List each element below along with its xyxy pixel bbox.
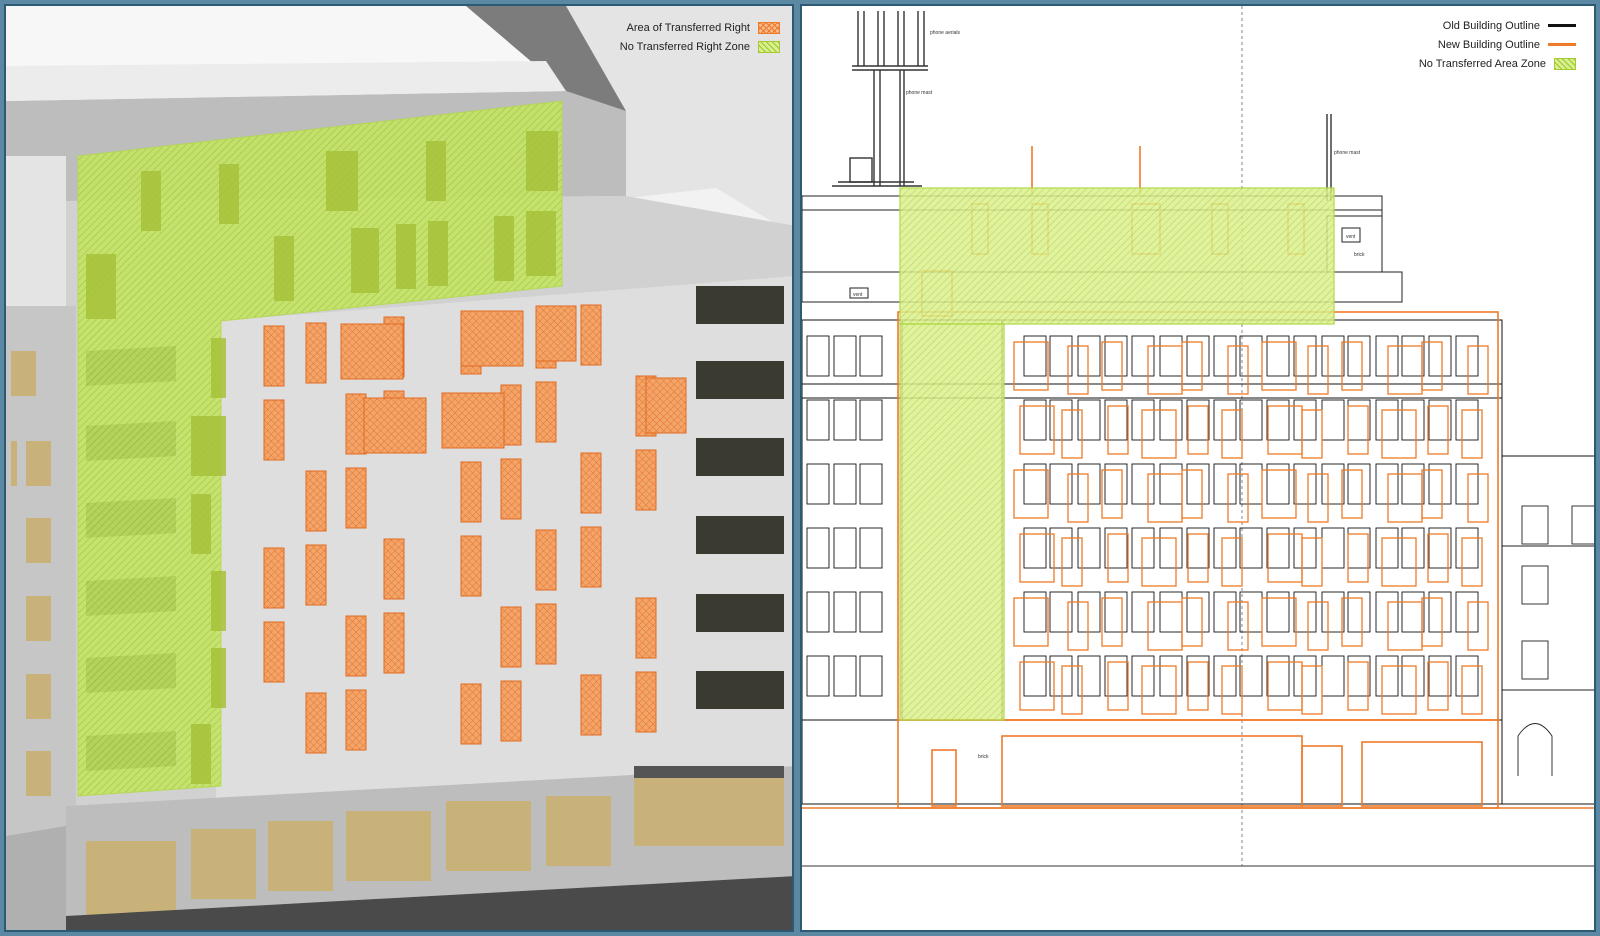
legend-label: New Building Outline <box>1437 38 1540 51</box>
orange-hatch-swatch-icon <box>758 21 780 34</box>
left-legend: Area of Transferred Right No Transferred… <box>620 18 780 56</box>
legend-item-transferred-right: Area of Transferred Right <box>620 18 780 37</box>
brick-ground-label: brick <box>978 754 989 760</box>
legend-item-no-transferred-area-zone: No Transferred Area Zone <box>1419 54 1576 73</box>
massing-model-panel: Area of Transferred Right No Transferred… <box>4 4 794 932</box>
legend-item-no-transferred-right-zone: No Transferred Right Zone <box>620 37 780 56</box>
no-transferred-area-zone-bay <box>899 323 1005 721</box>
massing-model-render <box>6 6 792 930</box>
phone-aerials-label: phone aerials <box>930 30 961 36</box>
vent-left-label: vent <box>853 292 863 298</box>
legend-item-new-building-outline: New Building Outline <box>1419 35 1576 54</box>
brick-right-label: brick <box>1354 252 1365 258</box>
legend-label: No Transferred Area Zone <box>1418 57 1546 70</box>
legend-label: Area of Transferred Right <box>626 21 750 34</box>
green-hatch-swatch-icon <box>1554 57 1576 70</box>
orange-line-swatch-icon <box>1548 43 1576 46</box>
vent-right-label: vent <box>1346 234 1356 240</box>
phone-mast-right-label: phone mast <box>1334 150 1361 156</box>
legend-label: No Transferred Right Zone <box>619 40 750 53</box>
legend-label: Old Building Outline <box>1442 19 1540 32</box>
elevation-drawing: phone aerials phone mast phone mast vent… <box>802 6 1594 930</box>
green-hatch-swatch-icon <box>758 40 780 53</box>
elevation-drawing-panel: phone aerials phone mast phone mast vent… <box>800 4 1596 932</box>
legend-item-old-building-outline: Old Building Outline <box>1419 16 1576 35</box>
right-legend: Old Building Outline New Building Outlin… <box>1419 16 1576 73</box>
phone-mast-label: phone mast <box>906 90 933 96</box>
no-transferred-area-zone-roof <box>899 187 1335 325</box>
black-line-swatch-icon <box>1548 24 1576 27</box>
